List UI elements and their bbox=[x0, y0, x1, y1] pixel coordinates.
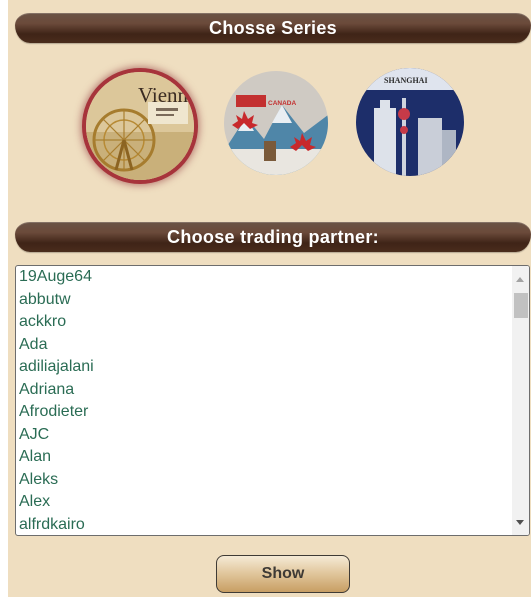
canada-mountains-image: CANADA bbox=[224, 71, 328, 175]
list-scrollbar[interactable] bbox=[512, 266, 529, 535]
series-shanghai-thumbnail[interactable]: SHANGHAI bbox=[356, 68, 464, 176]
choose-series-title: Chosse Series bbox=[209, 17, 337, 38]
list-item[interactable]: Alex bbox=[19, 491, 511, 514]
list-item[interactable]: Alan bbox=[19, 446, 511, 469]
list-item[interactable]: Ada bbox=[19, 334, 511, 357]
series-canada-thumbnail[interactable]: CANADA bbox=[224, 71, 328, 175]
series-panel: Chosse Series Vienna CANADA SHANGHAI Cho… bbox=[8, 0, 531, 597]
vienna-word: Vienna bbox=[138, 83, 194, 107]
list-item[interactable]: 19Auge64 bbox=[19, 266, 511, 289]
trading-partner-list[interactable]: 19Auge64 abbutw ackkro Ada adiliajalani Adria… bbox=[15, 265, 530, 536]
show-button[interactable]: Show bbox=[216, 555, 350, 593]
list-item[interactable]: Aleks bbox=[19, 469, 511, 492]
list-item[interactable]: alfrdkairo bbox=[19, 514, 511, 536]
canada-word: CANADA bbox=[268, 100, 296, 107]
shanghai-skyline-image: SHANGHAI bbox=[356, 68, 464, 176]
scroll-down-arrow-icon[interactable] bbox=[516, 520, 524, 525]
list-item[interactable]: AJC bbox=[19, 424, 511, 447]
shanghai-word: SHANGHAI bbox=[384, 76, 428, 85]
scroll-thumb[interactable] bbox=[514, 293, 528, 318]
list-item[interactable]: abbutw bbox=[19, 289, 511, 312]
list-item[interactable]: Afrodieter bbox=[19, 401, 511, 424]
list-item[interactable]: ackkro bbox=[19, 311, 511, 334]
choose-partner-header: Choose trading partner: bbox=[15, 222, 531, 252]
partner-items: 19Auge64 abbutw ackkro Ada adiliajalani Adria… bbox=[19, 266, 511, 536]
choose-series-header: Chosse Series bbox=[15, 13, 531, 43]
list-item[interactable]: adiliajalani bbox=[19, 356, 511, 379]
choose-partner-title: Choose trading partner: bbox=[167, 226, 379, 247]
list-item[interactable]: Adriana bbox=[19, 379, 511, 402]
series-vienna-thumbnail[interactable]: Vienna bbox=[86, 72, 194, 180]
vienna-ferris-wheel-image: Vienna bbox=[86, 72, 194, 180]
scroll-up-arrow-icon[interactable] bbox=[516, 277, 524, 282]
